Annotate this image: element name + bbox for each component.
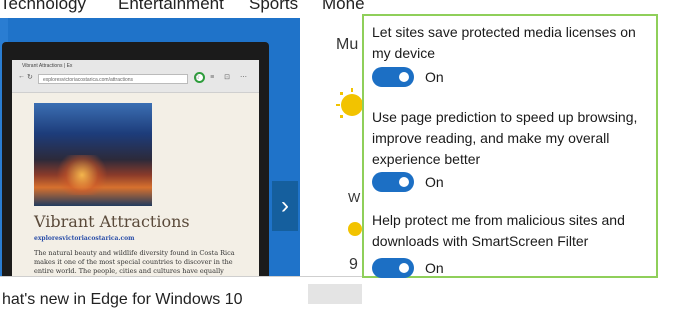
toggle-knob (399, 263, 409, 273)
sun-ray-icon (351, 88, 353, 92)
bottom-gray-button[interactable] (308, 284, 362, 304)
article-link: exploresvictoriacostarica.com (34, 235, 135, 242)
browser-tab-title: Vibrant Attractions | Ex (22, 63, 73, 69)
refresh-icon: ↻ (27, 74, 33, 81)
back-icon: ← (18, 73, 25, 80)
next-slide-button[interactable]: › (272, 181, 298, 231)
nav-item-money[interactable]: Mone (322, 0, 365, 14)
sun-small-icon (348, 222, 362, 236)
sun-ray-icon (336, 104, 340, 106)
sun-icon (341, 94, 363, 116)
sun-ray-icon (340, 92, 343, 95)
nav-item-entertainment[interactable]: Entertainment (118, 0, 224, 14)
temperature-value: 9 (349, 256, 358, 273)
toggle-state-page-prediction: On (425, 174, 444, 190)
weather-day-label: W (348, 190, 361, 205)
weather-city-label: Mu (336, 36, 359, 53)
toggle-media-licenses[interactable] (372, 67, 414, 87)
address-bar: exploresvictoriacostarica.com/attraction… (38, 74, 188, 84)
bottom-bar: hat's new in Edge for Windows 10 (0, 276, 362, 308)
setting-label-smartscreen: Help protect me from malicious sites and… (372, 212, 625, 249)
privacy-settings-panel: Let sites save protected media licenses … (362, 14, 658, 278)
toggle-state-smartscreen: On (425, 260, 444, 276)
toggle-knob (399, 177, 409, 187)
tablet-device-image: Vibrant Attractions | Ex ← ↻ exploresvic… (2, 42, 269, 294)
browser-chrome: Vibrant Attractions | Ex ← ↻ exploresvic… (12, 60, 259, 93)
toggle-smartscreen[interactable] (372, 258, 414, 278)
nav-item-sports[interactable]: Sports (249, 0, 298, 14)
tablet-screen: Vibrant Attractions | Ex ← ↻ exploresvic… (12, 60, 259, 294)
chevron-right-icon: › (281, 192, 289, 219)
photo-town-lights (52, 155, 112, 195)
setting-label-media-licenses: Let sites save protected media licenses … (372, 24, 636, 61)
browser-toolbar-icons: ☆ ≡ ⊡ ⋯ (193, 74, 251, 81)
top-navigation: Technology Entertainment Sports Mone (0, 0, 365, 18)
article-title: Vibrant Attractions (34, 212, 190, 231)
nav-item-technology[interactable]: Technology (0, 0, 86, 14)
weather-column: Mu W 9 (300, 18, 363, 276)
setting-label-page-prediction: Use page prediction to speed up browsing… (372, 109, 638, 167)
hero-banner[interactable]: Vibrant Attractions | Ex ← ↻ exploresvic… (0, 18, 300, 294)
bottom-link-text[interactable]: hat's new in Edge for Windows 10 (2, 291, 243, 309)
sun-ray-icon (340, 115, 343, 118)
toggle-page-prediction[interactable] (372, 172, 414, 192)
toggle-state-media-licenses: On (425, 69, 444, 85)
toggle-knob (399, 72, 409, 82)
